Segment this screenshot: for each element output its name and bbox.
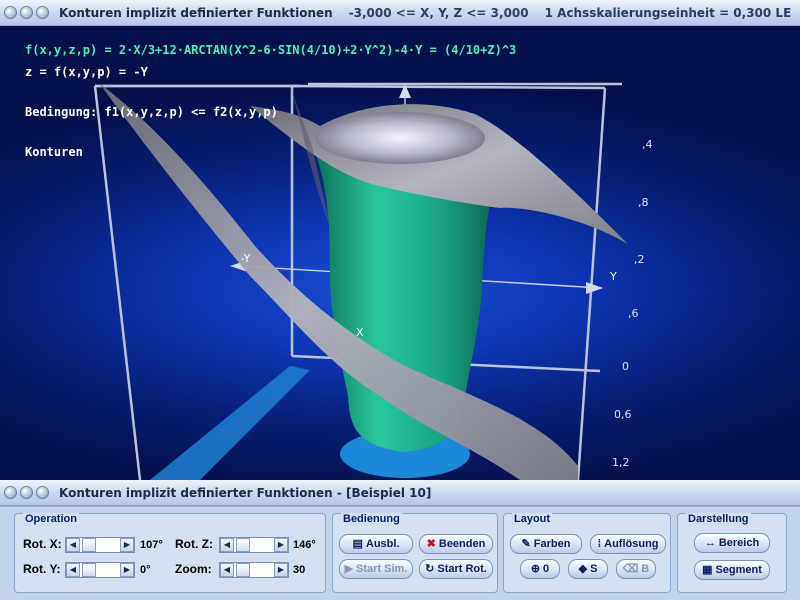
- brush-icon: ✎: [521, 537, 531, 550]
- layout-group: Layout ✎ Farben ⁞ Auflösung ⊕ 0 ◆ S ⌫ B: [503, 513, 671, 593]
- y-axis-pos-arrow: [586, 282, 603, 294]
- rot-y-value: 0°: [140, 564, 151, 576]
- s-button[interactable]: ◆ S: [568, 559, 608, 579]
- tick-label: ,2: [634, 253, 645, 266]
- bereich-button[interactable]: ↔ Bereich: [694, 533, 770, 553]
- grid-icon: ⁞: [597, 537, 602, 550]
- axis-label-x: X: [356, 326, 364, 339]
- start-sim-label: Start Sim.: [356, 563, 408, 575]
- layout-title: Layout: [512, 513, 553, 525]
- window-title: Konturen implizit definierter Funktionen: [59, 5, 333, 20]
- darstellung-group: Darstellung ↔ Bereich ▦ Segment: [677, 513, 787, 593]
- control-window-titlebar: Konturen implizit definierter Funktionen…: [0, 480, 800, 506]
- paint-bucket-icon: ◆: [578, 562, 588, 575]
- range-icon: ↔: [704, 536, 716, 549]
- maximize-icon[interactable]: [36, 6, 49, 19]
- ausbl-label: Ausbl.: [365, 538, 400, 550]
- aufloesung-button[interactable]: ⁞ Auflösung: [590, 534, 666, 554]
- table-icon: ▦: [702, 563, 713, 576]
- farben-button[interactable]: ✎ Farben: [510, 534, 582, 554]
- farben-label: Farben: [533, 538, 571, 550]
- axis-label-pos-y: Y: [610, 270, 617, 283]
- slider-thumb[interactable]: [82, 538, 96, 552]
- ausbl-button[interactable]: ▤ Ausbl.: [339, 534, 413, 554]
- slider-thumb[interactable]: [82, 563, 96, 577]
- control-window-title: Konturen implizit definierter Funktionen…: [59, 485, 432, 500]
- rot-x-value: 107°: [140, 539, 163, 551]
- beenden-button[interactable]: ✖ Beenden: [419, 534, 493, 554]
- zoom-value: 30: [293, 564, 306, 576]
- aufloesung-label: Auflösung: [604, 538, 659, 550]
- maximize-icon[interactable]: [36, 486, 49, 499]
- rot-z-value: 146°: [293, 539, 316, 551]
- condition-text: Bedingung: f1(x,y,z,p) <= f2(x,y,p): [25, 105, 278, 119]
- beenden-label: Beenden: [438, 538, 486, 550]
- tick-label: 0: [622, 360, 629, 373]
- bedienung-title: Bedienung: [341, 513, 402, 525]
- rot-y-label: Rot. Y:: [23, 562, 61, 576]
- rot-x-slider[interactable]: ◀ ▶: [65, 537, 135, 553]
- arrow-right-icon[interactable]: ▶: [120, 563, 134, 577]
- z-equation: z = f(x,y,p) = -Y: [25, 65, 148, 79]
- arrow-left-icon[interactable]: ◀: [66, 563, 80, 577]
- arrow-left-icon[interactable]: ◀: [220, 538, 234, 552]
- range-info: -3,000 <= X, Y, Z <= 3,000: [348, 5, 529, 20]
- crosshair-icon: ⊕: [530, 562, 541, 575]
- start-rot-button[interactable]: ↻ Start Rot.: [419, 559, 493, 579]
- tick-label: ,6: [628, 307, 639, 320]
- zoom-slider[interactable]: ◀ ▶: [219, 562, 289, 578]
- zoom-label: Zoom:: [175, 562, 212, 576]
- rotate-icon: ↻: [425, 562, 435, 575]
- minimize-icon[interactable]: [20, 486, 33, 499]
- start-rot-label: Start Rot.: [437, 563, 487, 575]
- rot-y-slider[interactable]: ◀ ▶: [65, 562, 135, 578]
- control-panel: Operation Rot. X: ◀ ▶ 107° Rot. Z: ◀ ▶ 1…: [0, 506, 800, 600]
- gray-bowl: [315, 112, 485, 164]
- document-icon: ▤: [352, 537, 363, 550]
- arrow-right-icon[interactable]: ▶: [274, 563, 288, 577]
- bereich-label: Bereich: [718, 537, 760, 549]
- bedienung-group: Bedienung ▤ Ausbl. ✖ Beenden ▶ Start Sim…: [332, 513, 498, 593]
- rot-z-slider[interactable]: ◀ ▶: [219, 537, 289, 553]
- rot-x-label: Rot. X:: [23, 537, 62, 551]
- operation-title: Operation: [23, 513, 79, 525]
- eraser-icon: ⌫: [622, 562, 639, 575]
- main-window-titlebar: Konturen implizit definierter Funktionen…: [0, 0, 800, 26]
- close-icon: ✖: [426, 537, 436, 550]
- origin-button[interactable]: ⊕ 0: [520, 559, 560, 579]
- window-menu-icon[interactable]: [4, 486, 17, 499]
- rot-z-label: Rot. Z:: [175, 537, 213, 551]
- b-button[interactable]: ⌫ B: [616, 559, 656, 579]
- mode-text: Konturen: [25, 145, 83, 159]
- segment-button[interactable]: ▦ Segment: [694, 560, 770, 580]
- darstellung-title: Darstellung: [686, 513, 751, 525]
- tick-label: 1,2: [612, 456, 630, 469]
- formula-text: f(x,y,z,p) = 2·X/3+12·ARCTAN(X^2-6·SIN(4…: [25, 43, 517, 57]
- s-label: S: [590, 563, 598, 575]
- window-menu-icon[interactable]: [4, 6, 17, 19]
- b-label: B: [641, 563, 650, 575]
- arrow-right-icon[interactable]: ▶: [120, 538, 134, 552]
- slider-thumb[interactable]: [236, 563, 250, 577]
- floor-edge: [150, 366, 310, 480]
- arrow-left-icon[interactable]: ◀: [220, 563, 234, 577]
- arrow-left-icon[interactable]: ◀: [66, 538, 80, 552]
- origin-label: 0: [543, 563, 550, 575]
- tick-label: 0,6: [614, 408, 632, 421]
- slider-thumb[interactable]: [236, 538, 250, 552]
- arrow-right-icon[interactable]: ▶: [274, 538, 288, 552]
- tick-label: ,4: [642, 138, 653, 151]
- operation-group: Operation Rot. X: ◀ ▶ 107° Rot. Z: ◀ ▶ 1…: [14, 513, 326, 593]
- minimize-icon[interactable]: [20, 6, 33, 19]
- start-sim-button[interactable]: ▶ Start Sim.: [339, 559, 413, 579]
- axis-label-neg-y: -Y: [241, 252, 251, 265]
- tick-label: ,8: [638, 196, 649, 209]
- scale-info: 1 Achsskalierungseinheit = 0,300 LE: [544, 5, 792, 20]
- 3d-scene: [93, 82, 628, 480]
- segment-label: Segment: [715, 564, 762, 576]
- 3d-viewport[interactable]: f(x,y,z,p) = 2·X/3+12·ARCTAN(X^2-6·SIN(4…: [0, 26, 800, 480]
- play-icon: ▶: [344, 562, 354, 575]
